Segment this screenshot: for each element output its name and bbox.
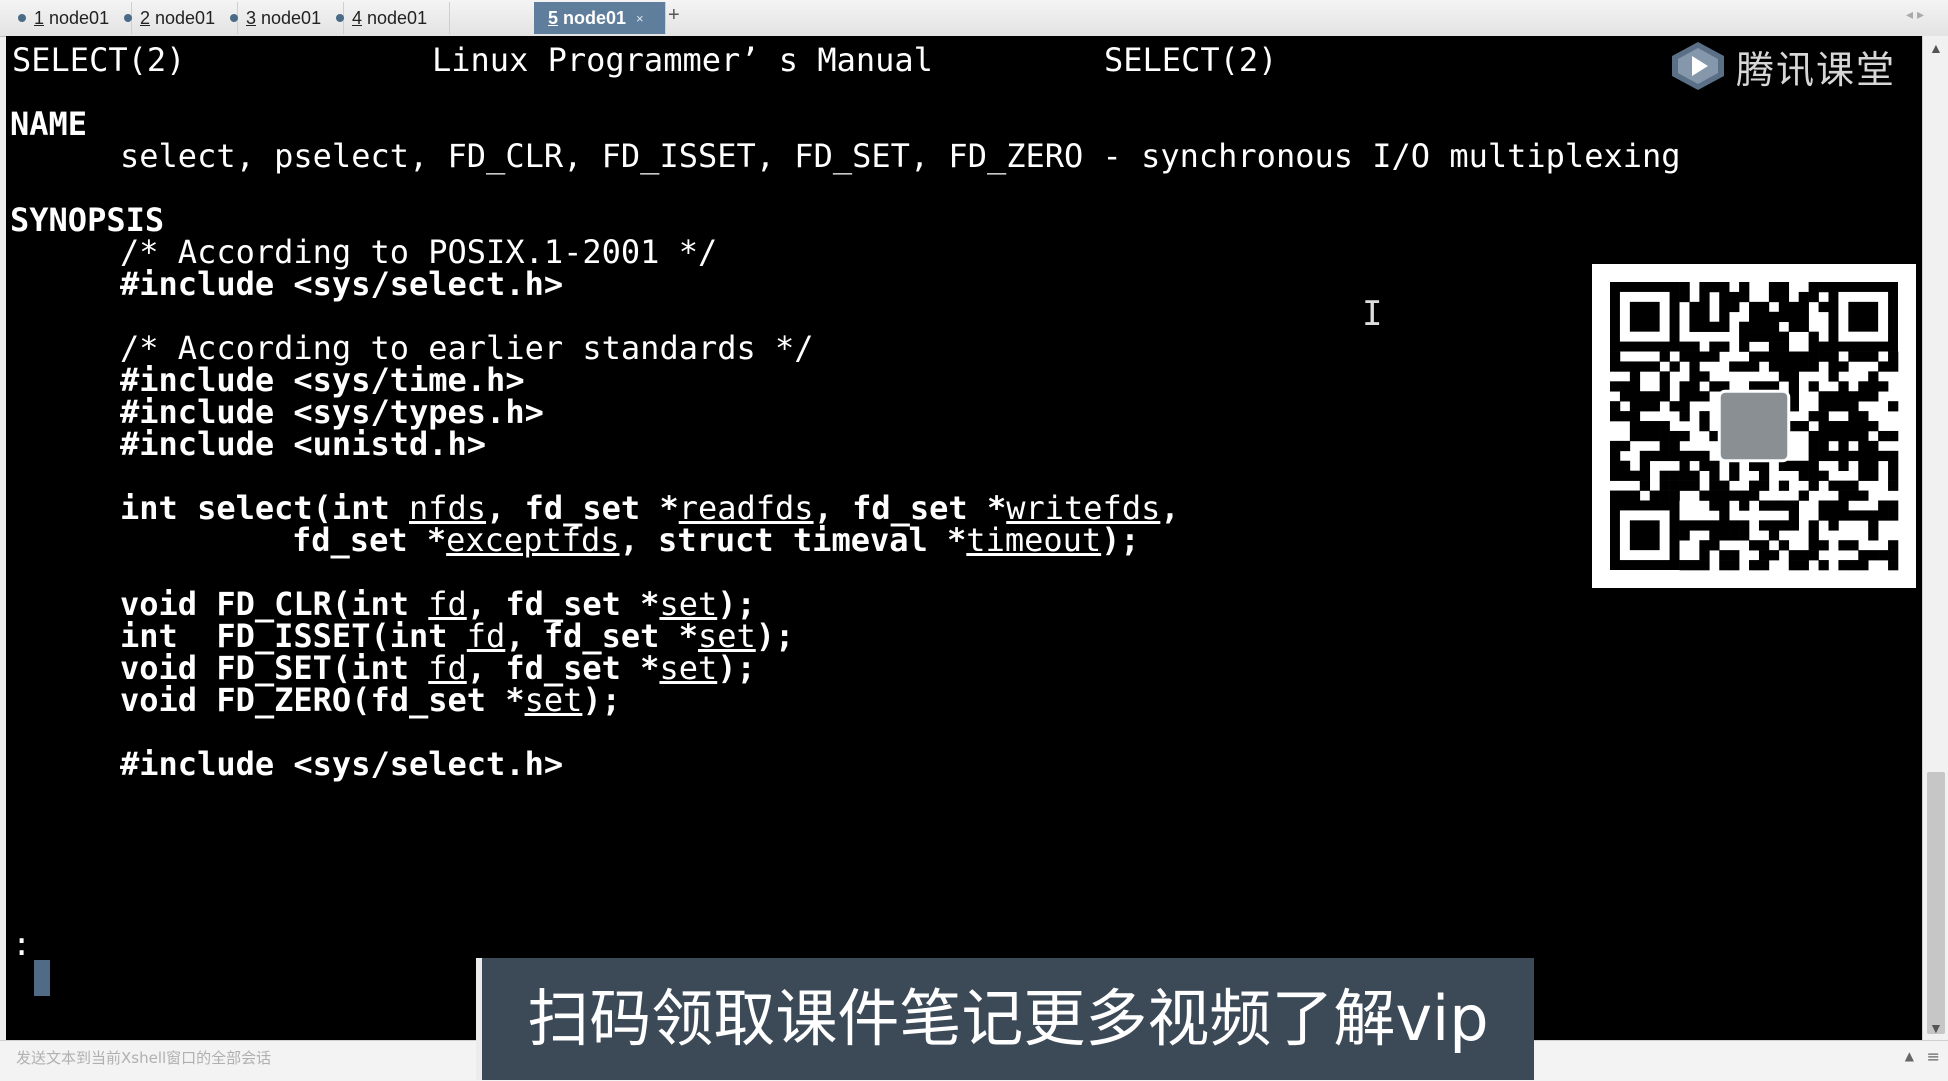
ibeam-cursor-icon: I <box>1362 294 1383 334</box>
compose-menu-icon[interactable]: ≡ <box>1927 1047 1940 1066</box>
man-header-right: SELECT(2) <box>1104 41 1278 79</box>
session-status-icon <box>124 14 132 22</box>
section-heading-name: NAME <box>10 105 88 143</box>
param-exceptfds: exceptfds <box>446 521 620 559</box>
compose-dropdown-icon[interactable]: ▲ <box>1905 1049 1914 1063</box>
tab-scroll-arrows-icon[interactable]: ◂▸ <box>1906 6 1928 23</box>
fd-zero-signature: void FD_ZERO(fd_set *set); <box>120 681 621 719</box>
tab-number: 2 <box>140 7 151 28</box>
man-header-left: SELECT(2) <box>12 41 186 79</box>
compose-placeholder[interactable]: 发送文本到当前Xshell窗口的全部会话 <box>16 1047 271 1068</box>
include-sys-select: #include <sys/select.h> <box>120 265 564 303</box>
session-status-icon <box>18 14 26 22</box>
include-sys-select-2: #include <sys/select.h> <box>120 745 564 783</box>
session-status-icon <box>230 14 238 22</box>
tab-label: node01 <box>261 7 322 28</box>
tencent-classroom-play-icon <box>1672 42 1724 90</box>
tab-number: 3 <box>246 7 257 28</box>
tab-number: 5 <box>548 7 559 28</box>
tencent-classroom-logo: 腾讯课堂 <box>1670 38 1896 94</box>
terminal-cursor <box>34 960 50 996</box>
name-description: select, pselect, FD_CLR, FD_ISSET, FD_SE… <box>120 137 1681 175</box>
tab-node01-5-active[interactable]: 5 node01 × <box>534 2 666 34</box>
tab-close-icon[interactable]: × <box>636 11 644 26</box>
scrollbar-thumb[interactable] <box>1927 772 1945 1034</box>
tab-number: 1 <box>34 7 45 28</box>
scroll-up-icon[interactable]: ▲ <box>1929 40 1943 56</box>
new-tab-button[interactable]: + <box>668 4 680 27</box>
tab-node01-4[interactable]: 4 node01 <box>322 2 450 34</box>
promo-caption: 扫码领取课件笔记更多视频了解vip <box>476 958 1534 1080</box>
tab-label: node01 <box>155 7 216 28</box>
vertical-scrollbar[interactable]: ▲ ▼ <box>1922 36 1948 1040</box>
scroll-down-icon[interactable]: ▼ <box>1929 1020 1943 1036</box>
man-header-center: Linux Programmer’ s Manual <box>432 41 933 79</box>
param-timeout: timeout <box>966 521 1102 559</box>
pager-prompt[interactable]: : <box>12 924 31 964</box>
tab-label: node01 <box>367 7 428 28</box>
session-status-icon <box>336 14 344 22</box>
tab-number: 4 <box>352 7 363 28</box>
tab-label: node01 <box>49 7 110 28</box>
logo-text: 腾讯课堂 <box>1736 47 1897 92</box>
tab-bar: 1 node01 2 node01 3 node01 4 node01 5 no… <box>0 0 1948 37</box>
tab-label: node01 <box>563 7 627 28</box>
qr-code <box>1592 264 1916 588</box>
include-unistd: #include <unistd.h> <box>120 425 487 463</box>
select-signature-line2: fd_set *exceptfds, struct timeval *timeo… <box>292 521 1140 559</box>
